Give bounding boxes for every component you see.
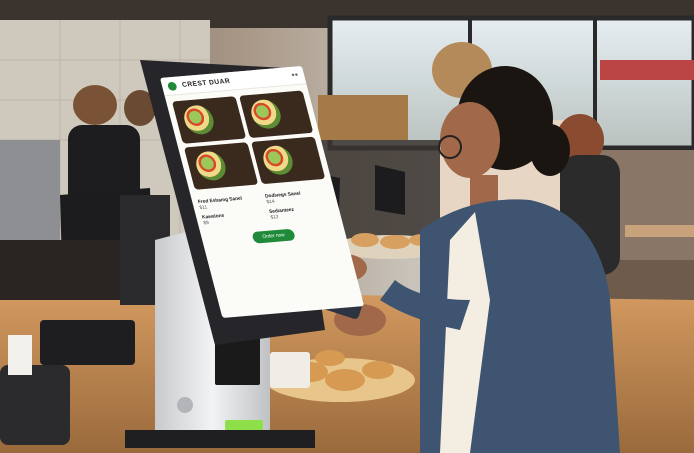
- scene-illustration: [0, 0, 694, 453]
- menu-item[interactable]: Kawslons $9: [201, 209, 267, 226]
- brand-logo-icon: [166, 81, 178, 91]
- dish-tile[interactable]: [251, 136, 326, 185]
- menu-item[interactable]: Dodivegs Sanel $14: [265, 188, 331, 205]
- dish-tile[interactable]: [183, 142, 259, 190]
- cart-icon[interactable]: ●●: [291, 72, 299, 78]
- dish-tile[interactable]: [171, 96, 247, 144]
- menu-item[interactable]: Sedianteez $12: [269, 204, 335, 221]
- order-button[interactable]: Order now: [251, 228, 296, 244]
- cafe-scene: CREST DUAR ●● Fred Eshamg Sanel $11 Dodi…: [0, 0, 694, 453]
- menu-item[interactable]: Fred Eshamg Sanel $11: [197, 194, 263, 211]
- dish-tile[interactable]: [239, 90, 314, 139]
- dish-grid: [165, 84, 333, 196]
